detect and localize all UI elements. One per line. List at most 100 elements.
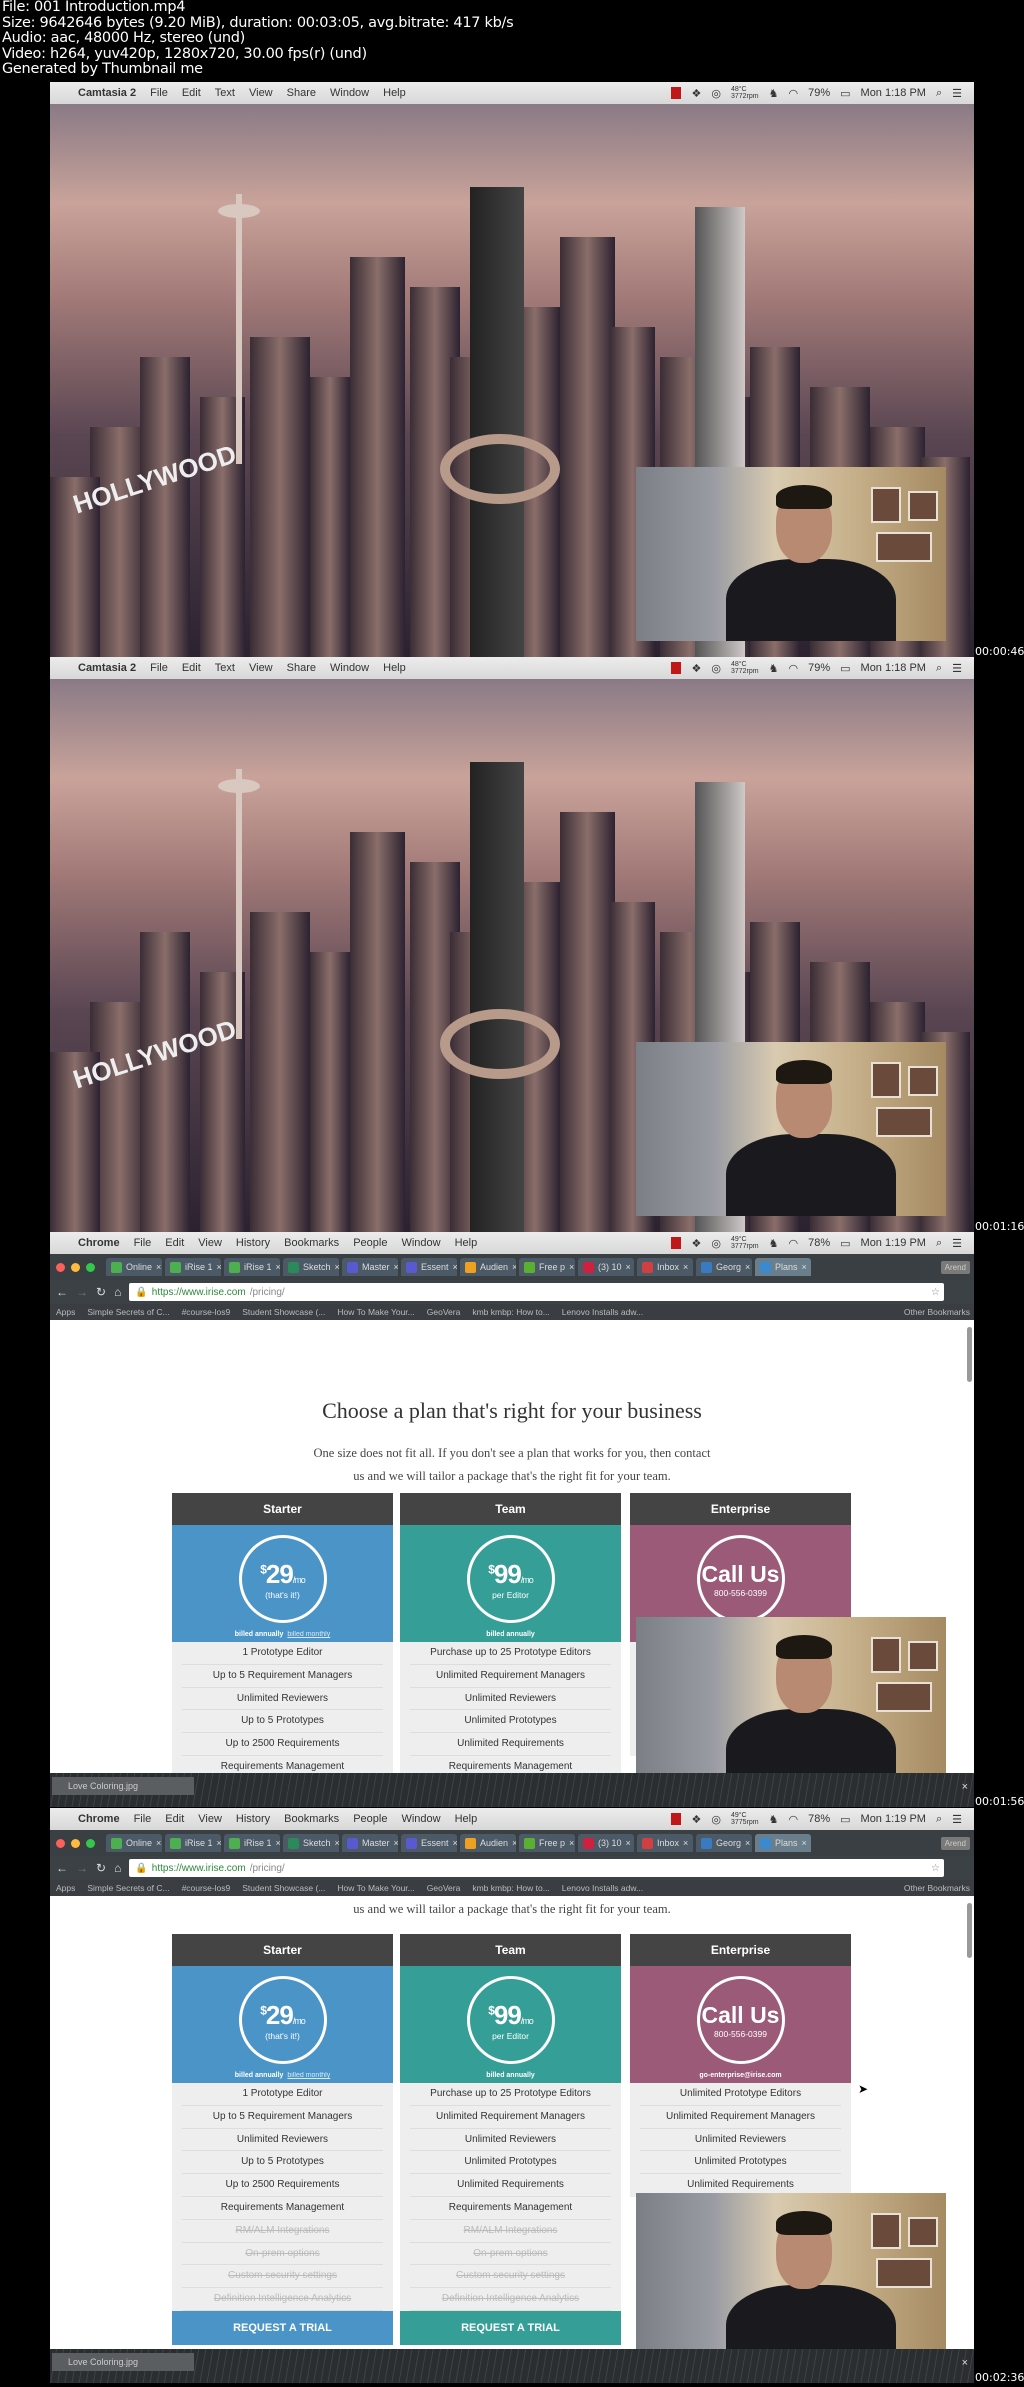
menu-app-name[interactable]: Camtasia 2: [78, 662, 136, 674]
forward-icon[interactable]: →: [76, 1861, 88, 1875]
tab-close-icon[interactable]: ×: [745, 1838, 750, 1848]
phone[interactable]: 800-556-0399: [714, 1588, 767, 1598]
spotlight-search-icon[interactable]: ⌕: [936, 1237, 942, 1250]
tab-close-icon[interactable]: ×: [453, 1838, 457, 1848]
record-icon[interactable]: [671, 662, 682, 674]
forward-icon[interactable]: →: [76, 1285, 88, 1299]
record-icon[interactable]: [671, 1813, 682, 1825]
creative-cloud-icon[interactable]: ◎: [711, 662, 721, 675]
billed-annually[interactable]: billed annually: [486, 2072, 535, 2079]
browser-tab[interactable]: (3) 10 ×: [578, 1258, 634, 1276]
browser-tab[interactable]: Sketch ×: [283, 1258, 339, 1276]
menu-item[interactable]: View: [198, 1813, 222, 1825]
tab-close-icon[interactable]: ×: [569, 1838, 574, 1848]
battery-icon[interactable]: ▭: [840, 1813, 850, 1826]
spotlight-search-icon[interactable]: ⌕: [936, 87, 942, 100]
bookmark-item[interactable]: Simple Secrets of C...: [87, 1307, 169, 1317]
url-bar[interactable]: 🔒 https://www.irise.com/pricing/ ☆: [129, 1283, 944, 1301]
menu-item[interactable]: Text: [215, 87, 235, 99]
billed-monthly-link[interactable]: billed monthly: [287, 2072, 330, 2079]
menu-item[interactable]: Text: [215, 662, 235, 674]
page-scrollbar[interactable]: [967, 1903, 972, 1958]
creative-cloud-icon[interactable]: ◎: [711, 87, 721, 100]
download-item[interactable]: Love Coloring.jpg: [52, 1777, 194, 1795]
menu-item[interactable]: Window: [330, 662, 369, 674]
menu-app-name[interactable]: Chrome: [78, 1813, 120, 1825]
tab-close-icon[interactable]: ×: [802, 1838, 807, 1848]
bookmark-star-icon[interactable]: ☆: [931, 1863, 940, 1874]
browser-tab[interactable]: Online ×: [106, 1834, 162, 1852]
dropbox-icon[interactable]: ❖: [691, 662, 701, 675]
menu-item[interactable]: History: [236, 1813, 270, 1825]
wifi-icon[interactable]: ◠: [788, 87, 798, 100]
battery-icon[interactable]: ▭: [840, 1237, 850, 1250]
tab-close-icon[interactable]: ×: [626, 1838, 631, 1848]
billed-annually[interactable]: billed annually: [235, 1631, 284, 1638]
browser-tab[interactable]: Essent ×: [401, 1258, 457, 1276]
tab-close-icon[interactable]: ×: [512, 1838, 516, 1848]
maximize-window-button[interactable]: [86, 1838, 95, 1848]
tab-close-icon[interactable]: ×: [802, 1262, 807, 1272]
clock[interactable]: Mon 1:19 PM: [861, 1237, 926, 1249]
menu-item[interactable]: View: [249, 662, 273, 674]
tab-close-icon[interactable]: ×: [217, 1838, 221, 1848]
billed-annually[interactable]: billed annually: [235, 2072, 284, 2079]
bookmark-item[interactable]: GeoVera: [427, 1883, 461, 1893]
menu-app-name[interactable]: Chrome: [78, 1237, 120, 1249]
menu-item[interactable]: Help: [455, 1237, 478, 1249]
tab-close-icon[interactable]: ×: [217, 1262, 221, 1272]
bookmark-star-icon[interactable]: ☆: [931, 1287, 940, 1298]
close-download-shelf-icon[interactable]: ×: [962, 2357, 968, 2369]
bookmark-item[interactable]: Student Showcase (...: [242, 1883, 325, 1893]
tab-close-icon[interactable]: ×: [683, 1838, 688, 1848]
profile-button[interactable]: Arend: [940, 1836, 970, 1850]
minimize-window-button[interactable]: [71, 1838, 80, 1848]
menu-item[interactable]: Window: [401, 1813, 440, 1825]
other-bookmarks[interactable]: Other Bookmarks: [904, 1883, 974, 1893]
evernote-icon[interactable]: ♞: [769, 1813, 779, 1826]
close-download-shelf-icon[interactable]: ×: [962, 1781, 968, 1793]
browser-tab[interactable]: Plans ×: [755, 1834, 811, 1852]
notification-center-icon[interactable]: ☰: [952, 1237, 962, 1250]
bookmark-item[interactable]: GeoVera: [427, 1307, 461, 1317]
wifi-icon[interactable]: ◠: [788, 1813, 798, 1826]
menu-item[interactable]: File: [134, 1237, 152, 1249]
menu-item[interactable]: File: [150, 662, 168, 674]
evernote-icon[interactable]: ♞: [769, 1237, 779, 1250]
menu-item[interactable]: Help: [383, 87, 406, 99]
clock[interactable]: Mon 1:18 PM: [861, 662, 926, 674]
reload-icon[interactable]: ↻: [96, 1861, 106, 1875]
notification-center-icon[interactable]: ☰: [952, 662, 962, 675]
browser-tab[interactable]: Audien ×: [460, 1834, 516, 1852]
browser-tab[interactable]: Sketch ×: [283, 1834, 339, 1852]
home-icon[interactable]: ⌂: [114, 1285, 121, 1299]
tab-close-icon[interactable]: ×: [335, 1838, 339, 1848]
request-trial-button[interactable]: REQUEST A TRIAL: [400, 2310, 621, 2345]
battery-icon[interactable]: ▭: [840, 87, 850, 100]
browser-tab[interactable]: (3) 10 ×: [578, 1834, 634, 1852]
menu-item[interactable]: Share: [287, 662, 316, 674]
dropbox-icon[interactable]: ❖: [691, 87, 701, 100]
browser-tab[interactable]: Master ×: [342, 1834, 398, 1852]
other-bookmarks[interactable]: Other Bookmarks: [904, 1307, 974, 1317]
menu-item[interactable]: People: [353, 1237, 387, 1249]
reload-icon[interactable]: ↻: [96, 1285, 106, 1299]
browser-tab[interactable]: Georg ×: [696, 1834, 752, 1852]
tab-close-icon[interactable]: ×: [745, 1262, 750, 1272]
close-window-button[interactable]: [56, 1262, 65, 1272]
clock[interactable]: Mon 1:18 PM: [861, 87, 926, 99]
bookmark-item[interactable]: Student Showcase (...: [242, 1307, 325, 1317]
browser-tab[interactable]: Master ×: [342, 1258, 398, 1276]
download-item[interactable]: Love Coloring.jpg: [52, 2353, 194, 2371]
billed-monthly-link[interactable]: billed monthly: [287, 1631, 330, 1638]
menu-item[interactable]: Help: [455, 1813, 478, 1825]
browser-tab[interactable]: Free p ×: [519, 1834, 575, 1852]
back-icon[interactable]: ←: [56, 1861, 68, 1875]
tab-close-icon[interactable]: ×: [156, 1838, 161, 1848]
menu-item[interactable]: File: [150, 87, 168, 99]
menu-item[interactable]: Bookmarks: [284, 1813, 339, 1825]
phone[interactable]: 800-556-0399: [714, 2029, 767, 2039]
battery-icon[interactable]: ▭: [840, 662, 850, 675]
browser-tab[interactable]: iRise 1 ×: [165, 1258, 221, 1276]
browser-tab[interactable]: Online ×: [106, 1258, 162, 1276]
